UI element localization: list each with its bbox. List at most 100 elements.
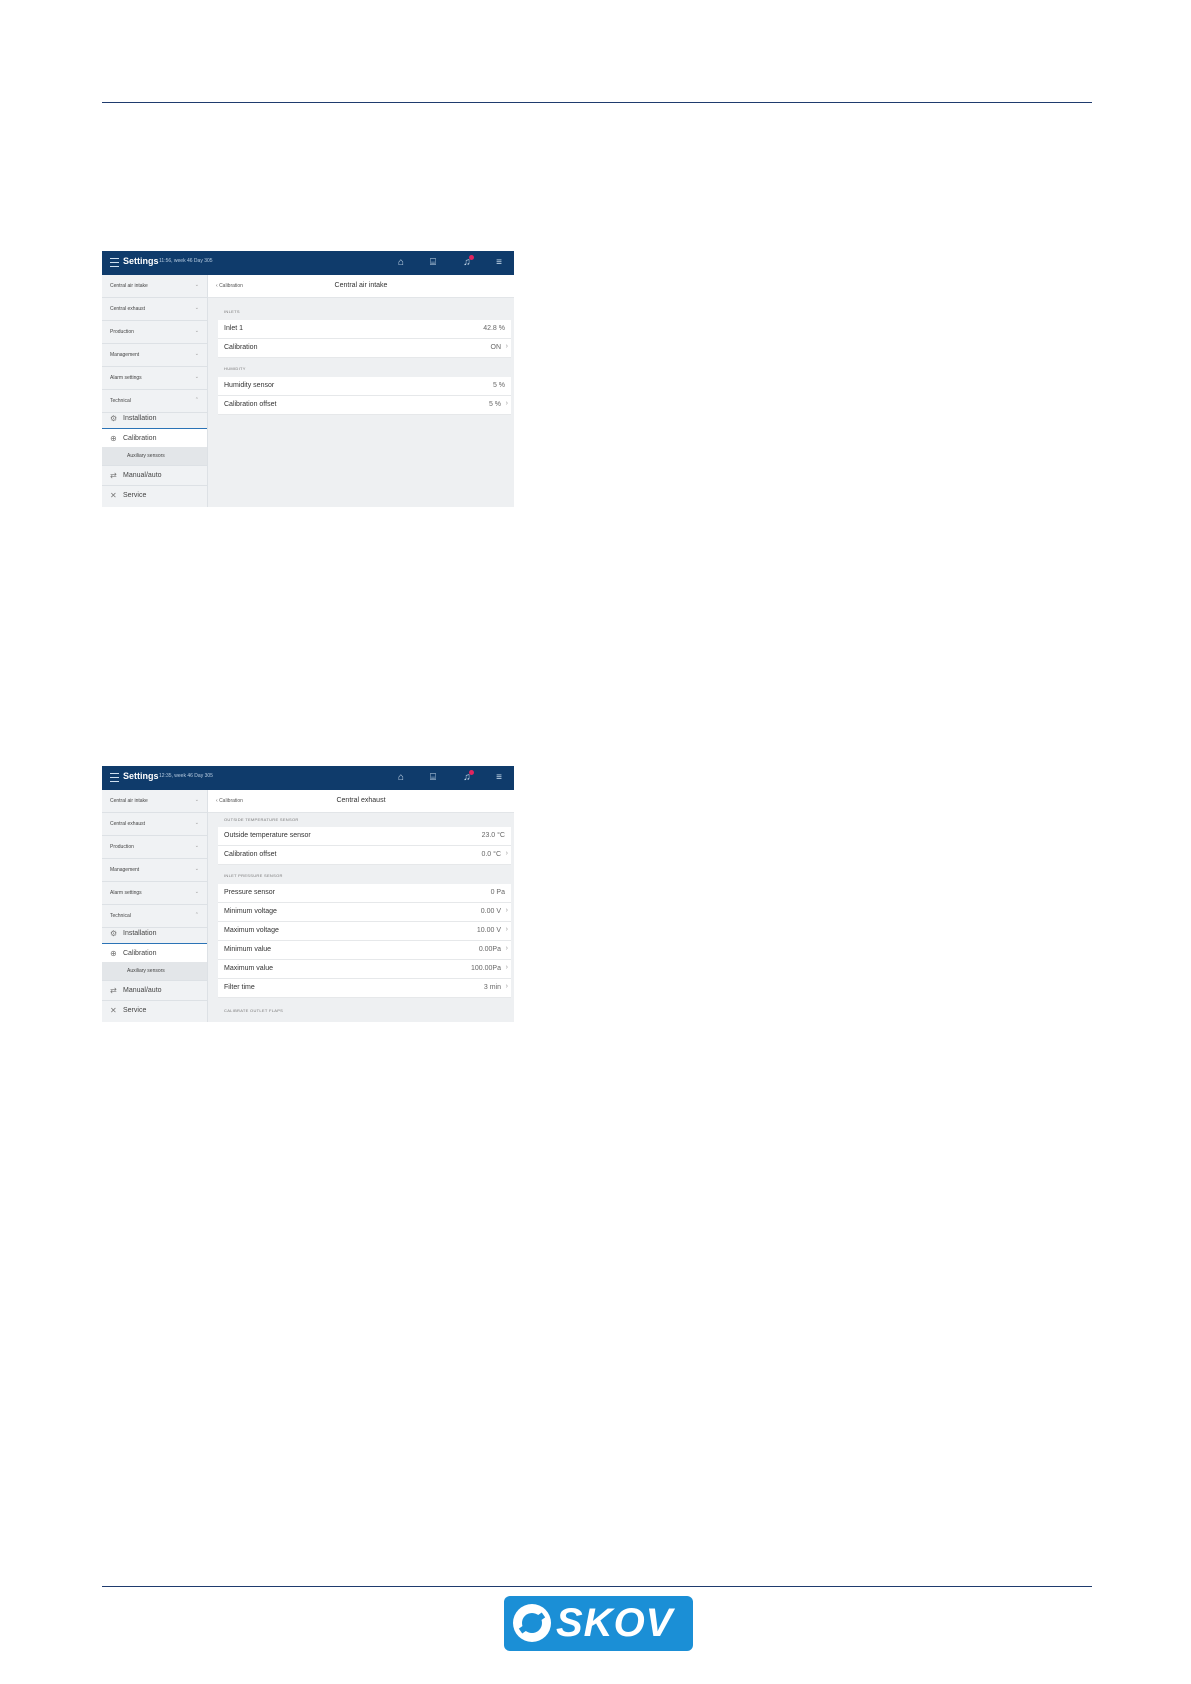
settings-row[interactable]: Calibration offset 0.0 °C › [218,846,511,865]
row-label: Minimum voltage [224,908,277,915]
settings-row: Pressure sensor 0 Pa [218,884,511,903]
section-header: OUTSIDE TEMPERATURE SENSOR [224,817,299,822]
sidebar-item-production[interactable]: Production ⌄ [102,321,207,344]
section-header: INLETS [224,309,240,314]
hamburger-menu-icon[interactable]: ≡ [492,256,506,270]
main-content: ‹ Calibration Central air intake INLETS … [208,275,514,507]
sidebar-item-auxiliary-sensors[interactable]: Auxiliary sensors [102,962,207,981]
chevron-right-icon: › [505,983,508,990]
building-icon[interactable]: ⌸ [426,256,440,270]
settings-row[interactable]: Calibration offset 5 % › [218,396,511,415]
sidebar-item-label: Production [110,329,134,335]
chevron-down-icon: ⌄ [194,843,199,849]
sidebar-item-installation[interactable]: ⚙ Installation [102,409,207,429]
row-value: 0.0 °C [481,851,501,858]
settings-row[interactable]: Minimum voltage 0.00 V › [218,903,511,922]
sidebar-item-label: Service [123,1007,147,1014]
alarm-badge [469,255,474,260]
chevron-right-icon: › [505,400,508,407]
sidebar-item-label: Installation [123,930,157,937]
page-title: Central air intake [334,282,388,289]
topbar-subtitle: 12:35, week 46 Day 305 [159,773,213,779]
settings-row[interactable]: Minimum value 0.00Pa › [218,941,511,960]
footer-rule [102,1586,1092,1587]
chevron-right-icon: › [505,945,508,952]
sidebar-item-central-exhaust[interactable]: Central exhaust ⌄ [102,298,207,321]
hamburger-menu-icon[interactable]: ≡ [492,771,506,785]
installation-icon: ⚙ [110,414,118,423]
sidebar-item-service[interactable]: ✕ Service [102,1001,207,1021]
row-label: Minimum value [224,946,272,953]
sidebar-item-label: Manual/auto [123,472,162,479]
chevron-down-icon: ⌄ [194,820,199,826]
sidebar-item-label: Production [110,844,134,850]
top-bar: Settings 11:56, week 46 Day 305 ⌂ ⌸ ♫ ≡ [102,251,514,275]
skov-logo: SKOV [504,1596,693,1651]
chevron-right-icon: › [505,964,508,971]
sidebar-item-production[interactable]: Production ⌄ [102,836,207,859]
sidebar-item-calibration[interactable]: ⊕ Calibration [102,428,207,448]
settings-row[interactable]: Maximum value 100.00Pa › [218,960,511,979]
sidebar-item-calibration[interactable]: ⊕ Calibration [102,943,207,963]
row-value: 5 % [488,401,501,408]
sidebar-item-label: Alarm settings [110,890,142,896]
topbar-title: Settings [123,256,159,266]
sidebar-item-label: Installation [123,415,157,422]
sidebar-item-alarm-settings[interactable]: Alarm settings ⌄ [102,367,207,390]
screenshot-central-exhaust: Settings 12:35, week 46 Day 305 ⌂ ⌸ ♫ ≡ … [102,766,514,1022]
row-value: 42.8 % [483,325,505,332]
sidebar: Central air intake ⌄ Central exhaust ⌄ Pro… [102,790,208,1022]
sidebar-item-manual-auto[interactable]: ⇄ Manual/auto [102,466,207,486]
row-label: Pressure sensor [224,889,275,896]
sidebar-item-central-air-intake[interactable]: Central air intake ⌄ [102,275,207,298]
sidebar-item-label: Service [123,492,147,499]
row-label: Humidity sensor [224,382,275,389]
chevron-down-icon: ⌄ [194,374,199,380]
sidebar-item-manual-auto[interactable]: ⇄ Manual/auto [102,981,207,1001]
alarm-badge [469,770,474,775]
sidebar-item-label: Central exhaust [110,821,146,827]
sidebar-item-label: Manual/auto [123,987,162,994]
chevron-down-icon: ⌄ [194,282,199,288]
row-value: 0 Pa [490,889,505,896]
wrench-icon: ✕ [110,491,117,500]
building-icon[interactable]: ⌸ [426,771,440,785]
settings-sliders-icon[interactable] [110,258,119,267]
settings-row: Outside temperature sensor 23.0 °C [218,827,511,846]
sidebar-item-auxiliary-sensors[interactable]: Auxiliary sensors [102,447,207,466]
settings-sliders-icon[interactable] [110,773,119,782]
settings-row[interactable]: Filter time 3 min › [218,979,511,998]
settings-row[interactable]: Maximum voltage 10.00 V › [218,922,511,941]
settings-row[interactable]: Calibration ON › [218,339,511,358]
sidebar-item-alarm-settings[interactable]: Alarm settings ⌄ [102,882,207,905]
top-bar: Settings 12:35, week 46 Day 305 ⌂ ⌸ ♫ ≡ [102,766,514,790]
breadcrumb: ‹ Calibration Central exhaust [208,790,514,813]
house-icon[interactable]: ⌂ [394,771,408,785]
sidebar-item-label: Alarm settings [110,375,142,381]
row-value: 3 min [483,984,501,991]
manual-auto-icon: ⇄ [110,471,117,480]
row-label: Inlet 1 [224,325,244,332]
chevron-up-icon: ⌃ [194,912,199,918]
sidebar-item-service[interactable]: ✕ Service [102,486,207,506]
topbar-title: Settings [123,771,159,781]
sidebar: Central air intake ⌄ Central exhaust ⌄ Pro… [102,275,208,507]
screenshot-central-air-intake: Settings 11:56, week 46 Day 305 ⌂ ⌸ ♫ ≡ … [102,251,514,507]
chevron-up-icon: ⌃ [194,397,199,403]
sidebar-item-label: Management [110,352,140,358]
logo-text: SKOV [556,1601,674,1645]
sidebar-item-management[interactable]: Management ⌄ [102,859,207,882]
sidebar-item-label: Technical [110,913,131,919]
house-icon[interactable]: ⌂ [394,256,408,270]
sidebar-item-management[interactable]: Management ⌄ [102,344,207,367]
row-label: Maximum value [224,965,274,972]
row-label: Filter time [224,984,255,991]
sidebar-item-installation[interactable]: ⚙ Installation [102,924,207,944]
sidebar-item-central-exhaust[interactable]: Central exhaust ⌄ [102,813,207,836]
settings-row: Inlet 1 42.8 % [218,320,511,339]
row-label: Calibration [224,344,258,351]
sidebar-item-label: Management [110,867,140,873]
wrench-icon: ✕ [110,1006,117,1015]
sidebar-item-central-air-intake[interactable]: Central air intake ⌄ [102,790,207,813]
row-value: 0.00Pa [478,946,501,953]
